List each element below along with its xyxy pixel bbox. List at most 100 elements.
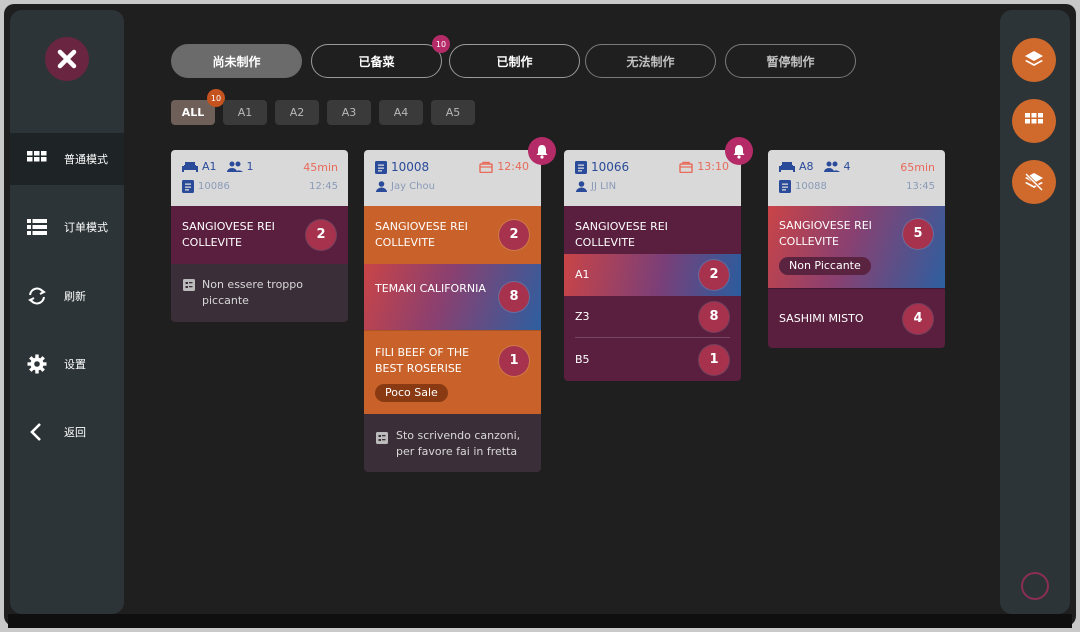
- order-number: 10086: [198, 181, 230, 192]
- order-note: Non essere troppo piccante: [171, 264, 348, 322]
- item-quantity: 2: [499, 220, 529, 250]
- nav-label: 刷新: [64, 290, 86, 303]
- bell-icon: [536, 144, 548, 159]
- layers-icon: [1025, 51, 1043, 66]
- tab-unable[interactable]: 无法制作: [585, 44, 716, 78]
- left-sidebar: 普通模式 订单模式 刷新 设置 返回: [10, 10, 124, 614]
- order-card[interactable]: 10008 12:40 Jay Chou SANGIOVESE REI COLL…: [364, 137, 556, 472]
- order-card[interactable]: A8 4 65min 10088 13:45 SANGIOVESE REI CO…: [768, 150, 945, 348]
- order-header: 10008 12:40 Jay Chou: [364, 150, 541, 206]
- layers-button[interactable]: [1012, 38, 1056, 82]
- item-name: SASHIMI MISTO: [779, 312, 864, 325]
- order-header: 10066 13:10 JJ LIN: [564, 150, 741, 206]
- bell-icon: [733, 144, 745, 159]
- count-badge: 10: [432, 35, 450, 53]
- nav-refresh[interactable]: 刷新: [10, 270, 124, 322]
- tab-not-started[interactable]: 尚未制作: [171, 44, 302, 78]
- order-item[interactable]: TEMAKI CALIFORNIA 8: [364, 264, 541, 330]
- order-item-group[interactable]: SANGIOVESE REI COLLEVITE A1 2 Z3 8 B5 1: [564, 206, 741, 381]
- order-number: 10066: [591, 160, 630, 174]
- refresh-icon: [25, 284, 49, 308]
- item-quantity: 5: [903, 219, 933, 249]
- nav-order-mode[interactable]: 订单模式: [10, 201, 124, 253]
- order-item[interactable]: SANGIOVESE REI COLLEVITE 2: [171, 206, 348, 264]
- nav-settings[interactable]: 设置: [10, 338, 124, 390]
- status-ring-icon[interactable]: [1021, 572, 1049, 600]
- nav-normal-mode[interactable]: 普通模式: [10, 133, 124, 185]
- tab-label: 已制作: [496, 54, 533, 69]
- sub-item-name: Z3: [575, 310, 590, 323]
- close-icon: [57, 49, 77, 69]
- close-button[interactable]: [45, 37, 89, 81]
- tab-prepared[interactable]: 已备菜: [311, 44, 442, 78]
- item-quantity: 1: [699, 345, 729, 375]
- table-number: A8: [799, 160, 814, 173]
- area-label: A1: [237, 106, 253, 119]
- sofa-icon: [779, 161, 795, 172]
- tab-done[interactable]: 已制作: [449, 44, 580, 78]
- layers-off-icon: [1024, 172, 1044, 192]
- order-item[interactable]: FILI BEEF OF THE BEST ROSERISE 1 Poco Sa…: [364, 330, 541, 414]
- order-note: Sto scrivendo canzoni, per favore fai in…: [364, 414, 541, 472]
- grid-icon: [25, 147, 49, 171]
- sub-item-name: A1: [575, 268, 590, 281]
- area-tab-a3[interactable]: A3: [327, 100, 371, 125]
- layers-off-button[interactable]: [1012, 160, 1056, 204]
- person-icon: [576, 181, 587, 192]
- table-number: A1: [202, 160, 217, 173]
- nav-back[interactable]: 返回: [10, 406, 124, 458]
- order-card[interactable]: 10066 13:10 JJ LIN SANGIOVESE REI COLLEV…: [564, 137, 753, 381]
- area-label: A3: [341, 106, 357, 119]
- area-label: A5: [445, 106, 461, 119]
- order-clock: 13:45: [906, 181, 935, 192]
- area-tab-a4[interactable]: A4: [379, 100, 423, 125]
- takeaway-bag-icon: [479, 161, 493, 173]
- nav-label: 返回: [64, 426, 86, 439]
- customer-name: Jay Chou: [391, 181, 435, 192]
- order-card[interactable]: A1 1 45min 10086 12:45 SANGIOVESE REI CO…: [171, 150, 348, 322]
- sofa-icon: [182, 161, 198, 172]
- item-quantity: 1: [499, 346, 529, 376]
- grid-view-button[interactable]: [1012, 99, 1056, 143]
- area-tab-a2[interactable]: A2: [275, 100, 319, 125]
- bell-button[interactable]: [725, 137, 753, 165]
- tab-label: 已备菜: [358, 54, 395, 69]
- order-item[interactable]: SANGIOVESE REI COLLEVITE 5 Non Piccante: [768, 206, 945, 288]
- item-name: FILI BEEF OF THE BEST ROSERISE: [375, 346, 470, 375]
- grid-icon: [1025, 113, 1043, 124]
- area-tab-a5[interactable]: A5: [431, 100, 475, 125]
- gear-icon: [25, 352, 49, 376]
- note-icon: [376, 432, 388, 444]
- area-tab-a1[interactable]: A1: [223, 100, 267, 125]
- elapsed-time: 65min: [900, 161, 935, 174]
- order-header: A1 1 45min 10086 12:45: [171, 150, 348, 206]
- item-name: SANGIOVESE REI COLLEVITE: [182, 220, 275, 249]
- order-item[interactable]: SANGIOVESE REI COLLEVITE 2: [364, 206, 541, 264]
- item-quantity: 4: [903, 304, 933, 334]
- item-name: SANGIOVESE REI COLLEVITE: [779, 219, 872, 248]
- bell-button[interactable]: [528, 137, 556, 165]
- tab-paused[interactable]: 暂停制作: [725, 44, 856, 78]
- receipt-icon: [575, 160, 587, 174]
- note-text: Non essere troppo piccante: [202, 278, 303, 307]
- sub-item-name: B5: [575, 353, 590, 366]
- divider: [575, 337, 730, 338]
- right-sidebar: [1000, 10, 1070, 614]
- bottom-strip: [8, 614, 1072, 628]
- list-icon: [25, 215, 49, 239]
- item-tag: Non Piccante: [779, 257, 871, 275]
- item-tag: Poco Sale: [375, 384, 448, 402]
- receipt-icon: [375, 160, 387, 174]
- area-label: A4: [393, 106, 409, 119]
- chevron-left-icon: [25, 420, 49, 444]
- customer-name: JJ LIN: [591, 181, 617, 192]
- pickup-time: 12:40: [497, 160, 529, 173]
- item-quantity: 2: [699, 260, 729, 290]
- nav-label: 订单模式: [64, 221, 108, 234]
- guest-count: 1: [246, 160, 254, 173]
- guest-count: 4: [843, 160, 851, 173]
- item-quantity: 8: [699, 302, 729, 332]
- pickup-time: 13:10: [697, 160, 729, 173]
- order-item[interactable]: SASHIMI MISTO 4: [768, 288, 945, 348]
- nav-label: 设置: [64, 358, 86, 371]
